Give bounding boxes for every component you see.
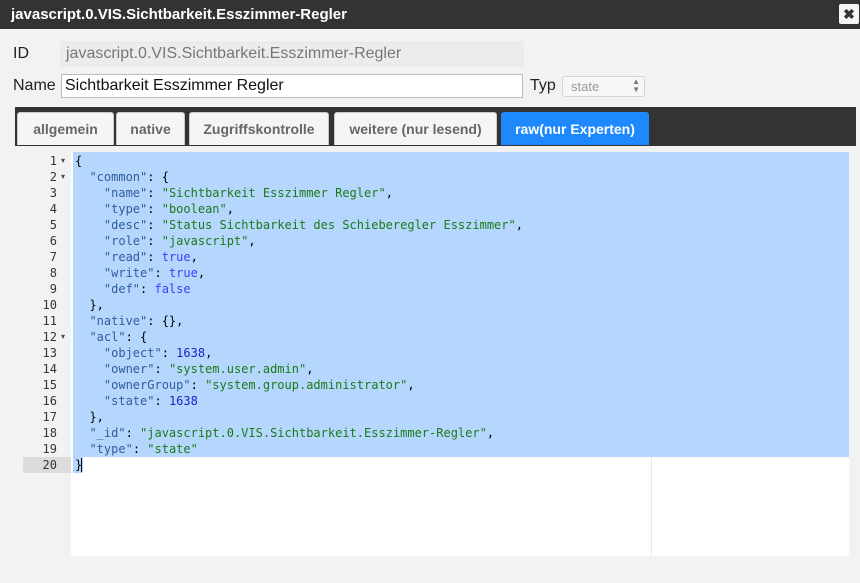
tab-native[interactable]: native bbox=[116, 112, 185, 145]
code-line: "ownerGroup": "system.group.administrato… bbox=[103, 378, 415, 392]
code-line: "read": true, bbox=[103, 250, 198, 264]
code-line: { bbox=[75, 154, 83, 168]
print-margin bbox=[651, 457, 652, 556]
line-number: 15 bbox=[42, 378, 57, 392]
line-number: 3 bbox=[49, 186, 57, 200]
code-line: "state": 1638 bbox=[103, 394, 198, 408]
line-number: 17 bbox=[42, 410, 57, 424]
fold-toggle-icon[interactable]: ▾ bbox=[61, 329, 65, 345]
dialog-title: javascript.0.VIS.Sichtbarkeit.Esszimmer-… bbox=[11, 6, 347, 23]
line-number: 14 bbox=[42, 362, 57, 376]
tab-raw[interactable]: raw(nur Experten) bbox=[501, 112, 649, 145]
line-number: 5 bbox=[49, 218, 57, 232]
typ-label: Typ bbox=[530, 77, 556, 94]
json-editor[interactable]: 1 ▾ {2 ▾ "common": { 3 "name": "Sichtbarkeit… bbox=[23, 152, 849, 556]
line-number: 11 bbox=[42, 314, 57, 328]
line-number: 6 bbox=[49, 234, 57, 248]
line-number: 20 bbox=[42, 458, 57, 472]
code-line: "object": 1638, bbox=[103, 346, 213, 360]
code-line: "type": "state" bbox=[89, 442, 198, 456]
dialog-titlebar: javascript.0.VIS.Sichtbarkeit.Esszimmer-… bbox=[0, 0, 860, 29]
line-number: 10 bbox=[42, 298, 57, 312]
typ-select[interactable]: state ▲ ▼ bbox=[562, 76, 645, 97]
line-number: 4 bbox=[49, 202, 57, 216]
code-line: "_id": "javascript.0.VIS.Sichtbarkeit.Es… bbox=[89, 426, 495, 440]
select-arrows-icon: ▲ ▼ bbox=[632, 77, 640, 94]
text-cursor bbox=[81, 458, 82, 472]
code-line: "type": "boolean", bbox=[103, 202, 234, 216]
code-line: "name": "Sichtbarkeit Esszimmer Regler", bbox=[103, 186, 393, 200]
tab-weitere[interactable]: weitere (nur lesend) bbox=[334, 112, 497, 145]
line-number: 12 bbox=[42, 330, 57, 344]
line-number: 8 bbox=[49, 266, 57, 280]
code-line: "owner": "system.user.admin", bbox=[103, 362, 314, 376]
line-number: 9 bbox=[49, 282, 57, 296]
line-number: 13 bbox=[42, 346, 57, 360]
line-number: 16 bbox=[42, 394, 57, 408]
code-line: "common": { bbox=[89, 170, 169, 184]
close-icon[interactable]: ✖ bbox=[839, 4, 859, 24]
id-field: javascript.0.VIS.Sichtbarkeit.Esszimmer-… bbox=[61, 42, 523, 66]
fold-toggle-icon[interactable]: ▾ bbox=[61, 169, 65, 185]
code-line: }, bbox=[75, 410, 104, 424]
id-label: ID bbox=[13, 45, 29, 62]
name-label: Name bbox=[13, 77, 56, 94]
tab-bar: allgemein native Zugriffskontrolle weite… bbox=[15, 107, 856, 146]
code-line: "acl": { bbox=[89, 330, 148, 344]
code-line: "native": {}, bbox=[89, 314, 184, 328]
line-number: 1 bbox=[49, 154, 57, 168]
code-line: "desc": "Status Sichtbarkeit des Schiebe… bbox=[103, 218, 523, 232]
fold-toggle-icon[interactable]: ▾ bbox=[61, 153, 65, 169]
tab-allgemein[interactable]: allgemein bbox=[17, 112, 114, 145]
line-number: 18 bbox=[42, 426, 57, 440]
code-line: "def": false bbox=[103, 282, 191, 296]
code-line: "role": "javascript", bbox=[103, 234, 256, 248]
code-line: "write": true, bbox=[103, 266, 206, 280]
code-line: }, bbox=[75, 298, 104, 312]
line-number: 2 bbox=[49, 170, 57, 184]
name-input[interactable] bbox=[61, 74, 523, 98]
line-number: 7 bbox=[49, 250, 57, 264]
line-number: 19 bbox=[42, 442, 57, 456]
tab-zugriffskontrolle[interactable]: Zugriffskontrolle bbox=[189, 112, 329, 145]
typ-select-value: state bbox=[571, 79, 600, 94]
